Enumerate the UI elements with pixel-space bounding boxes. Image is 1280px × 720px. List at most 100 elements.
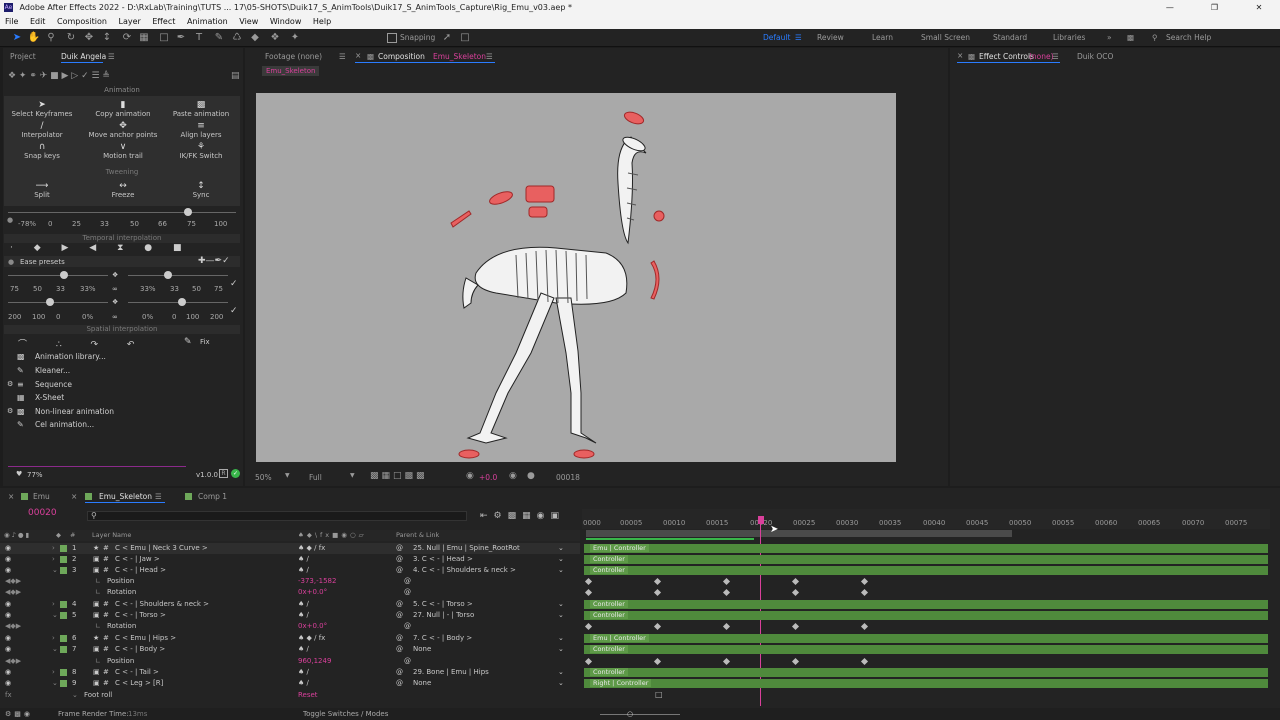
snap-options-icon[interactable]: ➚ [440, 31, 454, 45]
workspace-small-screen[interactable]: Small Screen [921, 33, 970, 42]
parent-dropdown-chevron-icon[interactable]: ⌄ [558, 599, 564, 610]
property-row[interactable]: ◀◆▶ ∟ Rotation 0x+0.0° @ [0, 587, 580, 598]
non-linear-animation-button[interactable]: Non-linear animation [35, 407, 114, 416]
label-color-swatch[interactable] [60, 567, 67, 574]
graph-icon[interactable]: ∟ [95, 587, 101, 598]
layer-duration-bar[interactable] [584, 544, 1268, 553]
influence-in-tick-100[interactable]: 100 [32, 313, 45, 321]
paste-animation-button[interactable]: ▩ Paste animation [166, 100, 236, 118]
ease-chain-icon[interactable]: ∞ [112, 285, 118, 293]
snapping-checkbox[interactable] [387, 33, 397, 43]
layer-row[interactable]: ◉ › 2 ▣ # C < - | Jaw > ♠ ∕ @ 3. C < - |… [0, 554, 580, 565]
menu-view[interactable]: View [239, 17, 258, 26]
effect-controls-menu-icon[interactable]: ☰ [1052, 52, 1059, 61]
label-color-swatch[interactable] [60, 646, 67, 653]
parent-pickwhip-icon[interactable]: @ [396, 610, 403, 621]
close-tab-icon[interactable]: × [355, 51, 361, 60]
close-tab-icon[interactable]: × [71, 492, 77, 501]
layer-duration-bar[interactable] [584, 555, 1268, 564]
parent-pickwhip-icon[interactable]: @ [396, 599, 403, 610]
cel-animation-button[interactable]: Cel animation... [35, 420, 94, 429]
workspace-libraries[interactable]: Libraries [1053, 33, 1085, 42]
brush-tool-icon[interactable]: ✎ [212, 31, 226, 45]
property-row[interactable]: ◀◆▶ ∟ Position 960,1249 @ [0, 656, 580, 667]
effect-row[interactable]: fx ⌄ Foot roll Reset [0, 690, 580, 701]
heart-icon[interactable]: ♥ [16, 470, 22, 478]
pan-tool-icon[interactable]: ✥ [82, 31, 96, 45]
collapse-toggle-icon[interactable]: ⌄ [72, 690, 78, 701]
tween-tick-66[interactable]: 66 [158, 220, 167, 228]
menu-effect[interactable]: Effect [152, 17, 175, 26]
keyframe-navigator-icon[interactable]: ◀◆▶ [5, 576, 21, 587]
layer-duration-bar[interactable] [584, 645, 1268, 654]
ease-in-tick-33[interactable]: 33 [56, 285, 65, 293]
sequence-button[interactable]: Sequence [35, 380, 72, 389]
zoom-tool-icon[interactable]: ⚲ [44, 31, 58, 45]
x-sheet-button[interactable]: X-Sheet [35, 393, 64, 402]
graph-icon[interactable]: ∟ [95, 656, 101, 667]
timeline-menu-icon[interactable]: ☰ [155, 492, 162, 501]
ease-out-tick-50[interactable]: 50 [192, 285, 201, 293]
parent-pickwhip-icon[interactable]: @ [396, 644, 403, 655]
keyframe-navigator-icon[interactable]: ◀◆▶ [5, 587, 21, 598]
parent-pickwhip-icon[interactable]: @ [396, 554, 403, 565]
apply-ease-check-icon[interactable]: ✓ [230, 279, 238, 289]
layer-duration-bar[interactable] [584, 566, 1268, 575]
more-workspaces-icon[interactable]: » [1107, 33, 1112, 42]
menu-edit[interactable]: Edit [30, 17, 46, 26]
av-switch-icons[interactable]: ◉♪●▮ [4, 530, 31, 541]
split-button[interactable]: ⟶ Split [8, 181, 76, 199]
keyframe-navigator-icon[interactable]: ◀◆▶ [5, 656, 21, 667]
property-row[interactable]: ◀◆▶ ∟ Position -373,-1582 @ [0, 576, 580, 587]
maximize-icon[interactable]: ❐ [1193, 0, 1235, 15]
minimize-icon[interactable]: — [1149, 0, 1191, 15]
snap-keys-button[interactable]: ∩ Snap keys [8, 142, 76, 160]
comp-lock-icon[interactable]: ▩ [367, 52, 374, 61]
interpolation-type-icons[interactable]: · ◆ ▶ ◀ ⧗ ● ■ [10, 243, 235, 253]
label-color-swatch[interactable] [60, 601, 67, 608]
view-options-icons[interactable]: ▩▦□▩▩ [370, 471, 428, 481]
property-value[interactable]: -373,-1582 [298, 576, 336, 587]
roto-brush-tool-icon[interactable]: ❖ [268, 31, 282, 45]
pen-tool-icon[interactable]: ✒ [174, 31, 188, 45]
layer-row[interactable]: ◉ ⌄ 9 ▣ # C < Leg > [R] ♠ ∕ @ None ⌄ [0, 678, 580, 689]
parent-dropdown-chevron-icon[interactable]: ⌄ [558, 565, 564, 576]
clone-stamp-tool-icon[interactable]: ♺ [230, 31, 244, 45]
property-value[interactable]: 0x+0.0° [298, 587, 327, 598]
move-anchor-points-button[interactable]: ✥ Move anchor points [88, 121, 158, 139]
anchor-tool-icon[interactable]: ▦ [137, 31, 151, 45]
layer-row[interactable]: ◉ › 6 ★ # C < Emu | Hips > ♠ ◆ ∕ fx @ 7.… [0, 633, 580, 644]
rectangle-tool-icon[interactable]: □ [157, 31, 171, 45]
influence-out-value[interactable]: 0% [142, 313, 153, 321]
parent-dropdown-chevron-icon[interactable]: ⌄ [558, 554, 564, 565]
current-time-indicator[interactable]: 00020 [28, 508, 57, 518]
visibility-eye-icon[interactable]: ◉ [5, 678, 11, 689]
layer-row[interactable]: ◉ ⌄ 5 ▣ # C < - | Torso > ♠ ∕ @ 27. Null… [0, 610, 580, 621]
layer-name[interactable]: C < - | Tail > [115, 667, 159, 678]
label-column-icon[interactable]: ◆ [56, 530, 61, 541]
influence-in-value[interactable]: 0% [82, 313, 93, 321]
influence-out-tick-0[interactable]: 0 [172, 313, 176, 321]
composition-menu-icon[interactable]: ☰ [486, 52, 493, 61]
tab-composition[interactable]: Composition [378, 52, 425, 61]
collapse-toggle-icon[interactable]: ⌄ [52, 644, 58, 655]
tween-tick-75[interactable]: 75 [187, 220, 196, 228]
footer-toggle-icons[interactable]: ⚙▩◉ [5, 708, 33, 720]
channel-icon[interactable]: ● [527, 471, 535, 481]
parent-dropdown-chevron-icon[interactable]: ⌄ [558, 633, 564, 644]
kleaner-button[interactable]: Kleaner... [35, 366, 70, 375]
layer-row[interactable]: ◉ › 8 ▣ # C < - | Tail > ♠ ∕ @ 29. Bone … [0, 667, 580, 678]
sync-settings-icon[interactable]: ▩ [1127, 33, 1134, 42]
menu-layer[interactable]: Layer [119, 17, 141, 26]
toggle-switches-modes-button[interactable]: Toggle Switches / Modes [303, 708, 388, 720]
copy-animation-button[interactable]: ▮ Copy animation [88, 100, 158, 118]
nla-settings-icon[interactable]: ⚙ [7, 407, 13, 415]
tab-footage[interactable]: Footage (none) [265, 52, 322, 61]
label-color-swatch[interactable] [60, 635, 67, 642]
layer-duration-bar[interactable] [584, 611, 1268, 620]
influence-in-tick-0[interactable]: 0 [56, 313, 60, 321]
layer-switches[interactable]: ♠ ∕ [298, 678, 309, 689]
layer-duration-bar[interactable] [584, 668, 1268, 677]
expression-pickwhip-icon[interactable]: @ [404, 576, 411, 587]
ease-presets-label[interactable]: Ease presets [20, 258, 65, 266]
